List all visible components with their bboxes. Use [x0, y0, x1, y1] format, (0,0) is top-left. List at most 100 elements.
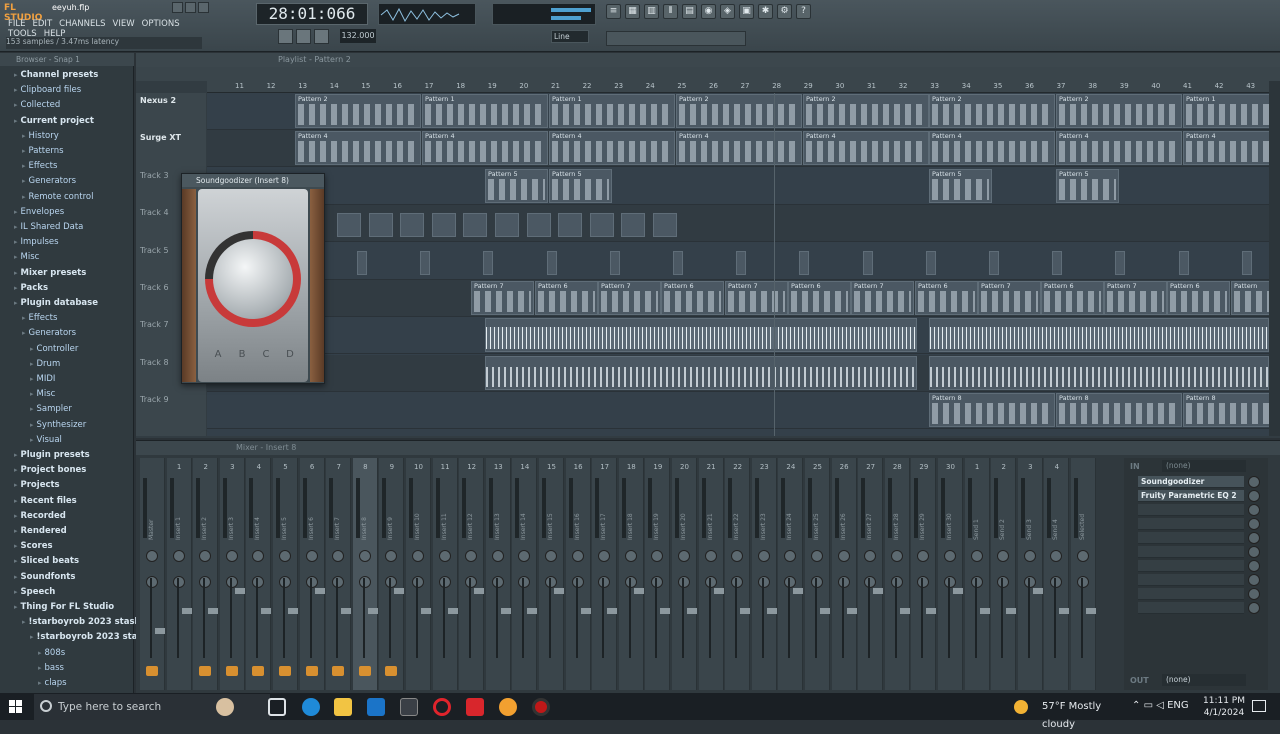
pan-knob[interactable]	[970, 550, 983, 562]
chevron-up-icon[interactable]: ⌃	[1132, 700, 1140, 711]
pattern-clip[interactable]: Pattern 8	[929, 393, 1055, 428]
pan-knob[interactable]	[518, 550, 531, 562]
pan-knob[interactable]	[358, 550, 371, 562]
volume-icon[interactable]: ◁	[1156, 700, 1164, 711]
sample-clip[interactable]	[621, 213, 646, 238]
plugin-picker-icon[interactable]: ◉	[701, 4, 716, 19]
browser-item[interactable]: Drum	[30, 357, 61, 371]
pattern-clip[interactable]: Pattern 2	[1056, 94, 1182, 128]
render-icon[interactable]: ◈	[720, 4, 735, 19]
edge-icon[interactable]	[302, 698, 320, 716]
browser-item[interactable]: Envelopes	[14, 205, 65, 219]
pattern-clip[interactable]: Pattern 7	[598, 281, 661, 315]
browser-item[interactable]: Effects	[22, 159, 58, 173]
volume-fader[interactable]	[868, 578, 884, 658]
pan-knob[interactable]	[491, 550, 504, 562]
pattern-clip[interactable]: Pattern 6	[915, 281, 978, 315]
piano-roll-icon[interactable]: ▦	[625, 4, 640, 19]
pan-knob[interactable]	[146, 550, 158, 562]
track-name[interactable]: Track 6	[140, 283, 169, 292]
pattern-clip[interactable]: Pattern 7	[978, 281, 1041, 315]
volume-fader[interactable]	[948, 578, 964, 658]
browser-item[interactable]: Impulses	[14, 235, 59, 249]
volume-fader[interactable]	[549, 578, 565, 658]
playlist-icon[interactable]: ≡	[606, 4, 621, 19]
browser-item[interactable]: Effects	[22, 311, 58, 325]
mixer-strip[interactable]: 2 Send 2	[991, 458, 1017, 690]
slot-enable-button[interactable]	[1248, 574, 1260, 586]
slot-enable-button[interactable]	[1248, 588, 1260, 600]
fader-cap[interactable]	[979, 608, 990, 614]
volume-fader[interactable]	[1027, 578, 1044, 658]
fader-cap[interactable]	[341, 608, 352, 614]
fader-cap[interactable]	[234, 588, 245, 594]
mixer-strip[interactable]: 19 Insert 19	[645, 458, 671, 690]
pattern-clip[interactable]: Pattern 8	[1183, 393, 1269, 428]
record-button[interactable]	[314, 29, 329, 44]
volume-fader[interactable]	[815, 578, 831, 658]
pan-knob[interactable]	[225, 550, 238, 562]
sample-clip[interactable]	[558, 213, 583, 238]
mixer-strip[interactable]: 26 Insert 26	[831, 458, 857, 690]
track-name[interactable]: Track 4	[140, 208, 169, 217]
mixer-strip[interactable]: 21 Insert 21	[698, 458, 724, 690]
mixer-strip[interactable]: 30 Insert 30	[938, 458, 963, 690]
volume-fader[interactable]	[469, 578, 485, 658]
send-button[interactable]	[385, 666, 398, 676]
sample-clip[interactable]	[925, 250, 936, 275]
track-name[interactable]: Surge XT	[140, 133, 181, 142]
fader-cap[interactable]	[793, 588, 804, 594]
record-app-icon[interactable]	[532, 698, 550, 716]
fader-cap[interactable]	[181, 608, 192, 614]
browser-item[interactable]: !starboyrob 2023 sta...	[30, 630, 148, 644]
track-name[interactable]: Nexus 2	[140, 96, 176, 105]
mixer-strip[interactable]: 20 Insert 20	[672, 458, 697, 690]
mixer-strip[interactable]: Selected	[1071, 458, 1096, 690]
browser-item[interactable]: Synthesizer	[30, 418, 87, 432]
fader-cap[interactable]	[155, 628, 165, 634]
browser-item[interactable]: Project bones	[14, 463, 87, 477]
network-icon[interactable]: ▭	[1144, 700, 1153, 711]
mixer-strip[interactable]: 18 Insert 18	[618, 458, 645, 690]
volume-fader[interactable]	[150, 578, 166, 658]
pattern-clip[interactable]: Pattern 5	[1056, 168, 1119, 203]
channel-rack-icon[interactable]: ▥	[644, 4, 659, 19]
browser-item[interactable]: Generators	[22, 326, 77, 340]
pan-knob[interactable]	[199, 550, 212, 562]
stop-button[interactable]	[296, 29, 311, 44]
volume-fader[interactable]	[655, 578, 671, 658]
effect-slot[interactable]: Soundgoodizer	[1138, 476, 1244, 488]
volume-fader[interactable]	[921, 578, 937, 658]
fader-cap[interactable]	[607, 608, 618, 614]
snap-selector[interactable]: Line	[551, 30, 589, 43]
mixer-strip[interactable]: 29 Insert 29	[911, 458, 937, 690]
volume-fader[interactable]	[894, 578, 911, 658]
volume-fader[interactable]	[628, 578, 645, 658]
audio-clip[interactable]	[485, 355, 917, 390]
playlist-grid[interactable]: Pattern 2 Pattern 1 Pattern 1 Pattern 2 Patt…	[207, 93, 1269, 436]
volume-fader[interactable]	[495, 578, 512, 658]
slot-enable-button[interactable]	[1248, 504, 1260, 516]
menu-item-file[interactable]: FILE	[8, 19, 26, 29]
taskbar-clock[interactable]: 11:11 PM 4/1/2024	[1200, 695, 1248, 719]
browser-item[interactable]: Projects	[14, 478, 60, 492]
pan-knob[interactable]	[252, 550, 265, 562]
browser-item[interactable]: Channel presets	[14, 68, 99, 82]
fader-cap[interactable]	[926, 608, 937, 614]
browser-item[interactable]: Speech	[14, 585, 56, 599]
send-button[interactable]	[199, 666, 212, 676]
browser-item[interactable]: claps	[38, 676, 67, 690]
pattern-clip[interactable]: Pattern 8	[1056, 393, 1182, 428]
minimize-icon[interactable]	[172, 2, 183, 13]
audio-clip[interactable]	[929, 355, 1269, 390]
mixer-strip[interactable]: 1 Send 1	[964, 458, 990, 690]
mixer-strip[interactable]: 10 Insert 10	[406, 458, 431, 690]
mail-icon[interactable]	[367, 698, 385, 716]
sample-clip[interactable]	[526, 213, 551, 238]
fader-cap[interactable]	[394, 588, 405, 594]
volume-fader[interactable]	[203, 578, 219, 658]
pattern-clip[interactable]: Pattern 6	[1041, 281, 1104, 315]
volume-fader[interactable]	[336, 578, 352, 658]
sample-clip[interactable]	[799, 250, 810, 275]
mixer-strip[interactable]: 8 Insert 8	[352, 458, 378, 690]
